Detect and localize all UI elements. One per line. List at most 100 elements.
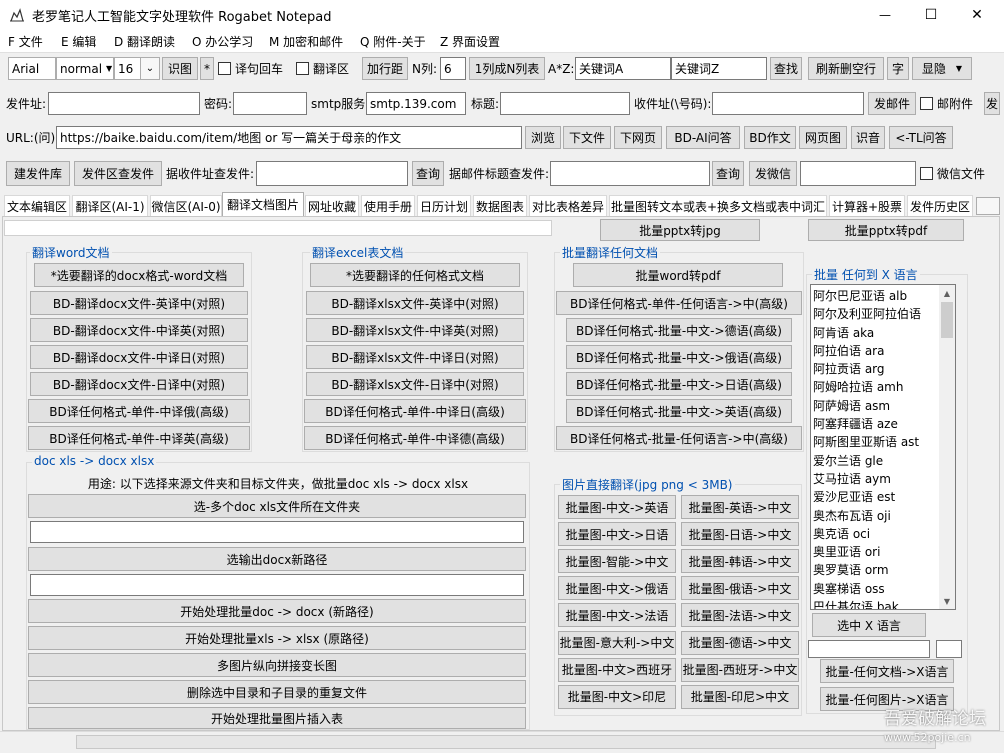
image-translate-button[interactable]: 批量图-意大利->中文 bbox=[558, 630, 676, 655]
language-list-item[interactable]: 阿姆哈拉语 amh bbox=[811, 378, 939, 396]
language-list-item[interactable]: 爱尔兰语 gle bbox=[811, 452, 939, 470]
tab-manual[interactable]: 使用手册 bbox=[361, 195, 415, 216]
image-translate-button[interactable]: 批量图-中文->英语 bbox=[558, 495, 676, 519]
word-any-zh-en-button[interactable]: BD译任何格式-单件-中译英(高级) bbox=[28, 426, 250, 450]
menu-office[interactable]: O 办公学习 bbox=[192, 30, 253, 52]
url-input[interactable]: https://baike.baidu.com/item/地图 or 写一篇关于… bbox=[56, 126, 522, 149]
language-list-item[interactable]: 奥杰布瓦语 oji bbox=[811, 507, 939, 525]
excel-zh-ja-button[interactable]: BD-翻译xlsx文件-中译日(对照) bbox=[306, 345, 524, 369]
language-list-item[interactable]: 阿拉伯语 ara bbox=[811, 342, 939, 360]
image-translate-button[interactable]: 批量图-韩语->中文 bbox=[681, 549, 799, 574]
batch-pptx-jpg-button[interactable]: 批量pptx转jpg bbox=[600, 219, 760, 241]
language-list-item[interactable]: 阿尔及利亚阿拉伯语 bbox=[811, 305, 939, 323]
image-translate-button[interactable]: 批量图-日语->中文 bbox=[681, 522, 799, 547]
tab-send-history[interactable]: 发件历史区 bbox=[907, 195, 973, 216]
language-list[interactable]: 阿尔巴尼亚语 alb 阿尔及利亚阿拉伯语 阿肯语 aka 阿拉伯语 ara 阿拉贡语 a… bbox=[810, 284, 956, 610]
char-button[interactable]: 字 bbox=[887, 57, 909, 80]
n-columns-input[interactable]: 6 bbox=[440, 57, 466, 80]
bd-ai-qa-button[interactable]: BD-AI问答 bbox=[666, 126, 740, 149]
image-translate-button[interactable]: 批量图-智能->中文 bbox=[558, 549, 676, 574]
batch-zh-ru-button[interactable]: BD译任何格式-批量-中文->俄语(高级) bbox=[566, 345, 792, 369]
language-list-item[interactable]: 艾马拉语 aym bbox=[811, 470, 939, 488]
language-list-item[interactable]: 奥里亚语 ori bbox=[811, 543, 939, 561]
tab-compare-tables[interactable]: 对比表格差异 bbox=[529, 195, 607, 216]
insert-images-table-button[interactable]: 开始处理批量图片插入表 bbox=[28, 707, 526, 729]
image-translate-button[interactable]: 批量图-印尼>中文 bbox=[681, 684, 799, 709]
scroll-thumb[interactable] bbox=[941, 302, 953, 338]
query-subject-button[interactable]: 查询 bbox=[712, 161, 744, 186]
translate-area-checkbox[interactable]: 翻译区 bbox=[296, 57, 349, 80]
by-recipient-input[interactable] bbox=[256, 161, 408, 186]
browse-button[interactable]: 浏览 bbox=[525, 126, 561, 149]
batch-doc-to-x-button[interactable]: 批量-任何文档->X语言 bbox=[820, 659, 954, 683]
image-translate-button[interactable]: 批量图-中文>西班牙 bbox=[558, 657, 676, 682]
download-file-button[interactable]: 下文件 bbox=[563, 126, 611, 149]
send-extra-button[interactable]: 发 bbox=[984, 92, 1000, 115]
wechat-input[interactable] bbox=[800, 161, 916, 186]
find-button[interactable]: 查找 bbox=[770, 57, 802, 80]
output-folder-input[interactable] bbox=[30, 574, 524, 596]
start-xls-xlsx-button[interactable]: 开始处理批量xls -> xlsx (原路径) bbox=[28, 626, 526, 650]
build-library-button[interactable]: 建发件库 bbox=[6, 161, 70, 186]
mail-attachment-checkbox[interactable]: 邮附件 bbox=[920, 92, 973, 115]
keyword-z-input[interactable]: 关键词Z bbox=[671, 57, 767, 80]
excel-any-zh-de-button[interactable]: BD译任何格式-单件-中译德(高级) bbox=[304, 426, 526, 450]
minimize-button[interactable]: — bbox=[870, 0, 900, 30]
image-translate-button[interactable]: 批量图-德语->中文 bbox=[681, 630, 799, 655]
excel-en-zh-button[interactable]: BD-翻译xlsx文件-英译中(对照) bbox=[306, 291, 524, 315]
batch-word-pdf-button[interactable]: 批量word转pdf bbox=[573, 263, 783, 287]
menu-ui-settings[interactable]: Z 界面设置 bbox=[440, 30, 500, 52]
language-list-item[interactable]: 阿塞拜疆语 aze bbox=[811, 415, 939, 433]
batch-zh-ja-button[interactable]: BD译任何格式-批量-中文->日语(高级) bbox=[566, 372, 792, 396]
bd-essay-button[interactable]: BD作文 bbox=[744, 126, 796, 149]
tab-batch-image-text[interactable]: 批量图转文本或表+换多文档或表中词汇 bbox=[609, 195, 827, 216]
batch-zh-en-button[interactable]: BD译任何格式-批量-中文->英语(高级) bbox=[566, 399, 792, 423]
font-select[interactable]: Arial bbox=[8, 57, 56, 80]
add-spacing-button[interactable]: 加行距 bbox=[362, 57, 408, 80]
word-zh-en-button[interactable]: BD-翻译docx文件-中译英(对照) bbox=[30, 318, 248, 342]
recognize-audio-button[interactable]: 识音 bbox=[851, 126, 885, 149]
path-input[interactable] bbox=[4, 220, 552, 236]
word-select-docx-button[interactable]: *选要翻译的docx格式-word文档 bbox=[34, 263, 244, 287]
word-ja-zh-button[interactable]: BD-翻译docx文件-日译中(对照) bbox=[30, 372, 248, 396]
refresh-remove-blank-button[interactable]: 刷新删空行 bbox=[808, 57, 884, 80]
select-output-folder-button[interactable]: 选输出docx新路径 bbox=[28, 547, 526, 571]
tab-calendar[interactable]: 日历计划 bbox=[417, 195, 471, 216]
scroll-down-icon[interactable]: ▼ bbox=[939, 593, 955, 609]
language-list-item[interactable]: 奥克语 oci bbox=[811, 525, 939, 543]
excel-ja-zh-button[interactable]: BD-翻译xlsx文件-日译中(对照) bbox=[306, 372, 524, 396]
delete-duplicates-button[interactable]: 删除选中目录和子目录的重复文件 bbox=[28, 680, 526, 704]
image-translate-button[interactable]: 批量图-中文->俄语 bbox=[558, 576, 676, 601]
language-list-item[interactable]: 巴什基尔语 bak bbox=[811, 598, 939, 609]
language-list-item[interactable]: 阿萨姆语 asm bbox=[811, 397, 939, 415]
menu-attachment-about[interactable]: Q 附件-关于 bbox=[360, 30, 426, 52]
subject-input[interactable] bbox=[500, 92, 630, 115]
smtp-input[interactable]: smtp.139.com bbox=[366, 92, 466, 115]
keyword-a-input[interactable]: 关键词A bbox=[575, 57, 671, 80]
download-page-button[interactable]: 下网页 bbox=[614, 126, 662, 149]
star-button[interactable]: * bbox=[200, 57, 214, 80]
sender-input[interactable] bbox=[48, 92, 200, 115]
language-list-item[interactable]: 阿肯语 aka bbox=[811, 324, 939, 342]
recognize-image-button[interactable]: 识图 bbox=[162, 57, 198, 80]
maximize-button[interactable]: ☐ bbox=[916, 0, 946, 30]
language-items[interactable]: 阿尔巴尼亚语 alb 阿尔及利亚阿拉伯语 阿肯语 aka 阿拉伯语 ara 阿拉贡语 a… bbox=[811, 287, 939, 609]
excel-zh-en-button[interactable]: BD-翻译xlsx文件-中译英(对照) bbox=[306, 318, 524, 342]
send-mail-button[interactable]: 发邮件 bbox=[868, 92, 916, 115]
style-dropdown-icon[interactable]: ▼ bbox=[106, 64, 112, 73]
translate-enter-checkbox[interactable]: 译句回车 bbox=[218, 57, 283, 80]
language-list-item[interactable]: 奥罗莫语 orm bbox=[811, 561, 939, 579]
language-code-input[interactable] bbox=[936, 640, 962, 658]
word-en-zh-button[interactable]: BD-翻译docx文件-英译中(对照) bbox=[30, 291, 248, 315]
batch-zh-de-button[interactable]: BD译任何格式-批量-中文->德语(高级) bbox=[566, 318, 792, 342]
excel-any-zh-ja-button[interactable]: BD译任何格式-单件-中译日(高级) bbox=[304, 399, 526, 423]
select-source-folder-button[interactable]: 选-多个doc xls文件所在文件夹 bbox=[28, 494, 526, 518]
source-folder-input[interactable] bbox=[30, 521, 524, 543]
password-input[interactable] bbox=[233, 92, 307, 115]
language-list-item[interactable]: 阿斯图里亚斯语 ast bbox=[811, 433, 939, 451]
image-translate-button[interactable]: 批量图-中文->日语 bbox=[558, 522, 676, 547]
tab-scroll-right-icon[interactable] bbox=[976, 197, 1000, 215]
batch-pptx-pdf-button[interactable]: 批量pptx转pdf bbox=[808, 219, 964, 241]
checkbox-icon[interactable] bbox=[218, 62, 231, 75]
menu-edit[interactable]: E 编辑 bbox=[61, 30, 96, 52]
